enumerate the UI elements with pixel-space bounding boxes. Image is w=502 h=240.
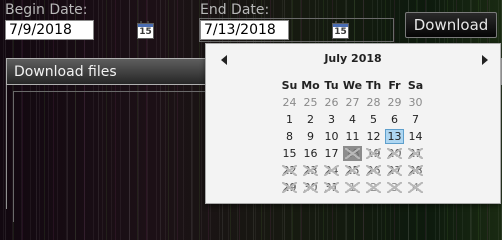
calendar-day[interactable]: 12 <box>364 129 383 144</box>
calendar-day-other-month[interactable]: 25 <box>301 95 320 110</box>
calendar-day-disabled: 1 <box>343 180 362 195</box>
weekday-header: Su <box>281 79 298 92</box>
download-button[interactable]: Download <box>405 12 497 38</box>
end-date-input[interactable] <box>200 20 289 40</box>
calendar-icon-day: 15 <box>137 27 154 39</box>
panel-inner-frame <box>13 91 214 222</box>
calendar-day[interactable]: 6 <box>385 112 404 127</box>
weekday-header: We <box>342 79 363 92</box>
calendar-day[interactable]: 16 <box>301 146 320 161</box>
calendar-day-disabled: 28 <box>406 163 425 178</box>
calendar-day-other-month[interactable]: 30 <box>406 95 425 110</box>
end-calendar-icon[interactable]: 15 <box>331 21 349 39</box>
next-month-icon[interactable] <box>477 53 491 67</box>
datepicker-popup: July 2018 Su Mo Tu We Th Fr Sa 24 25 26 27 28 29 30 1 2… <box>205 43 501 204</box>
calendar-day-other-month[interactable]: 27 <box>343 95 362 110</box>
calendar-day-disabled: 3 <box>385 180 404 195</box>
weekday-header: Sa <box>407 79 424 92</box>
calendar-day-selected[interactable]: 13 <box>385 129 404 144</box>
calendar-day-disabled: 29 <box>280 180 299 195</box>
begin-date-input[interactable] <box>5 20 94 40</box>
calendar-day[interactable]: 7 <box>406 112 425 127</box>
datepicker-grid: Su Mo Tu We Th Fr Sa 24 25 26 27 28 29 30 1 2 3 4 5 6 7 8 9 10 1… <box>279 77 426 196</box>
calendar-day-disabled: 18 <box>343 146 362 161</box>
end-date-label: End Date: <box>200 2 270 18</box>
calendar-day[interactable]: 8 <box>280 129 299 144</box>
calendar-day[interactable]: 10 <box>322 129 341 144</box>
calendar-day[interactable]: 4 <box>343 112 362 127</box>
calendar-day-disabled: 2 <box>364 180 383 195</box>
begin-calendar-icon[interactable]: 15 <box>136 21 154 39</box>
calendar-icon-day: 15 <box>332 27 349 39</box>
begin-date-label: Begin Date: <box>5 2 88 18</box>
calendar-day-other-month[interactable]: 24 <box>280 95 299 110</box>
calendar-day-other-month[interactable]: 26 <box>322 95 341 110</box>
calendar-day-disabled: 20 <box>385 146 404 161</box>
calendar-day[interactable]: 3 <box>322 112 341 127</box>
calendar-day-disabled: 23 <box>301 163 320 178</box>
calendar-day-disabled: 19 <box>364 146 383 161</box>
calendar-day[interactable]: 2 <box>301 112 320 127</box>
calendar-day-disabled: 25 <box>343 163 362 178</box>
calendar-day-other-month[interactable]: 29 <box>385 95 404 110</box>
calendar-day-other-month[interactable]: 28 <box>364 95 383 110</box>
weekday-header: Mo <box>301 79 320 92</box>
weekday-header: Fr <box>388 79 401 92</box>
calendar-day[interactable]: 17 <box>322 146 341 161</box>
calendar-day[interactable]: 1 <box>280 112 299 127</box>
panel-title: Download files <box>14 64 117 80</box>
datepicker-month-title: July 2018 <box>324 52 382 65</box>
calendar-day-disabled: 22 <box>280 163 299 178</box>
calendar-day-disabled: 27 <box>385 163 404 178</box>
calendar-day-disabled: 24 <box>322 163 341 178</box>
calendar-day-disabled: 4 <box>406 180 425 195</box>
calendar-day[interactable]: 11 <box>343 129 362 144</box>
calendar-day-disabled: 30 <box>301 180 320 195</box>
calendar-day[interactable]: 9 <box>301 129 320 144</box>
calendar-day[interactable]: 5 <box>364 112 383 127</box>
calendar-day[interactable]: 14 <box>406 129 425 144</box>
calendar-day-disabled: 26 <box>364 163 383 178</box>
calendar-day-disabled: 21 <box>406 146 425 161</box>
weekday-header: Tu <box>324 79 339 92</box>
weekday-header: Th <box>365 79 382 92</box>
calendar-day-disabled: 31 <box>322 180 341 195</box>
calendar-day[interactable]: 15 <box>280 146 299 161</box>
